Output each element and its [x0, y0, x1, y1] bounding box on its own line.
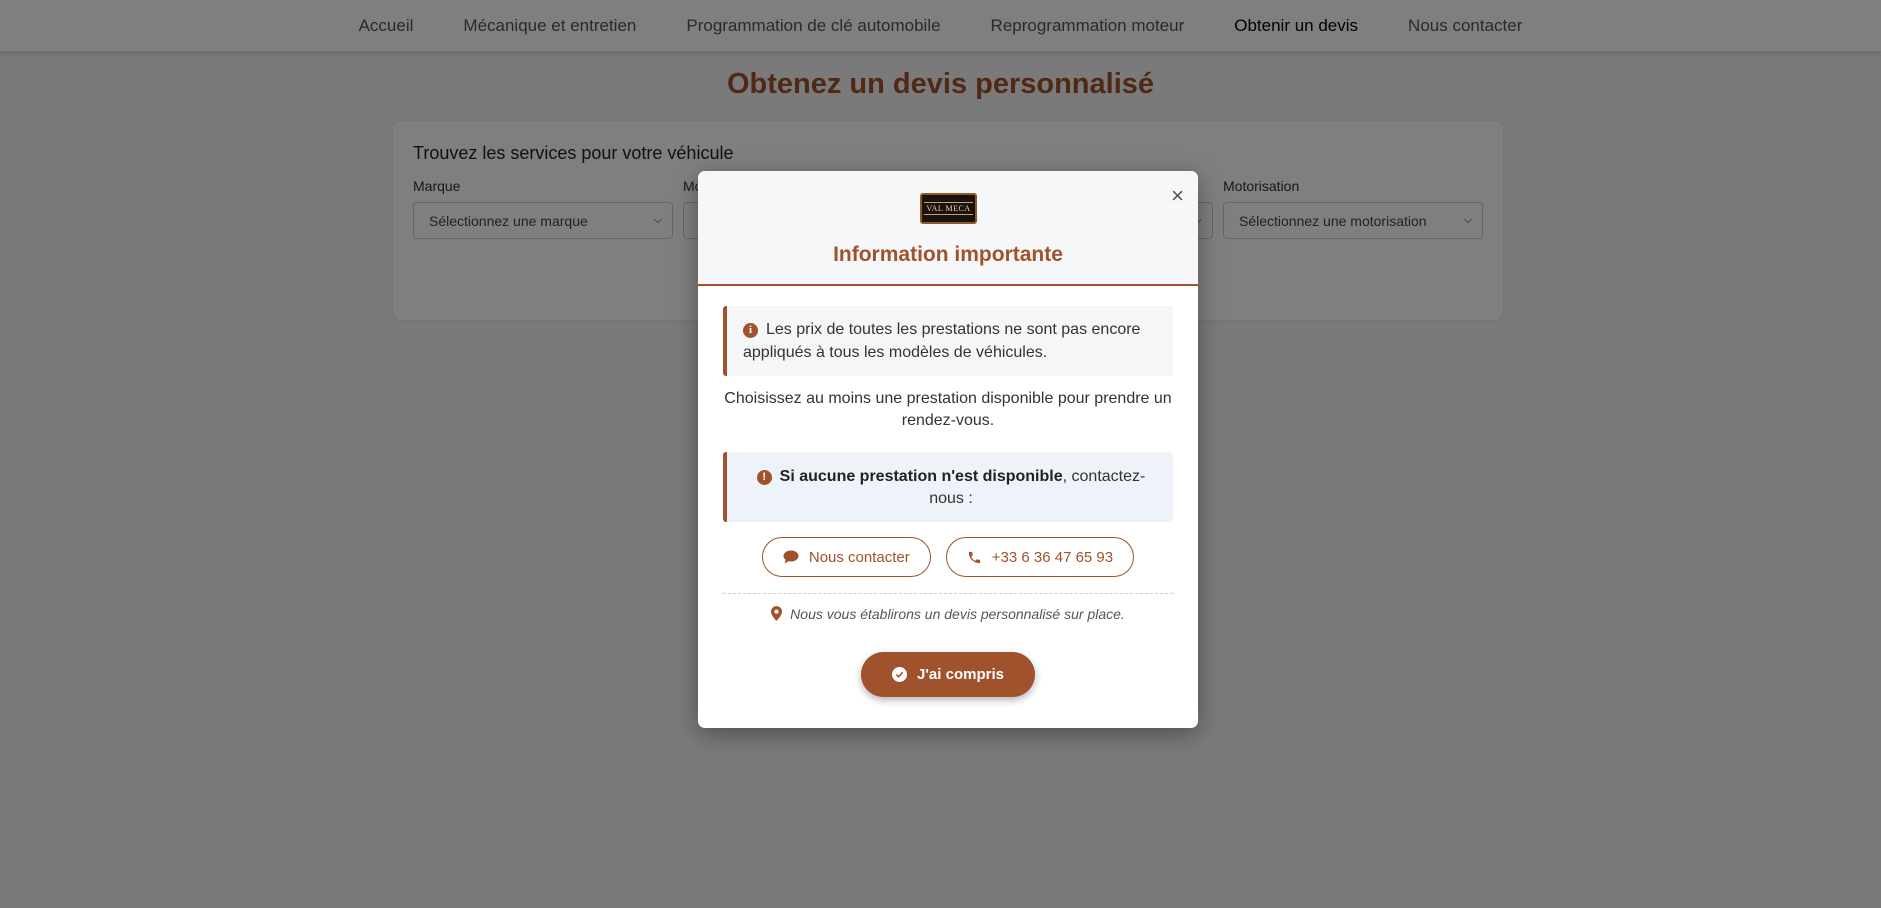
check-circle-icon — [892, 667, 908, 682]
dashed-divider — [723, 593, 1173, 594]
map-marker-icon — [771, 606, 783, 621]
phone-icon — [968, 551, 980, 563]
contact-button[interactable]: Nous contacter — [761, 537, 931, 577]
phone-button-label: +33 6 36 47 65 93 — [991, 548, 1114, 566]
contact-button-label: Nous contacter — [808, 548, 910, 566]
val-meca-logo: VAL MECA — [920, 193, 977, 224]
modal-body: i Les prix de toutes les prestations ne s… — [698, 286, 1198, 697]
understood-button[interactable]: J'ai compris — [861, 652, 1035, 697]
info-circle-icon: i — [743, 323, 758, 338]
logo-text: VAL MECA — [924, 202, 973, 215]
close-button[interactable]: × — [1171, 185, 1184, 207]
exclamation-circle-icon: ! — [756, 470, 772, 485]
choose-service-text: Choisissez au moins une prestation dispo… — [724, 390, 1172, 429]
phone-button[interactable]: +33 6 36 47 65 93 — [945, 537, 1135, 577]
onsite-quote-text: Nous vous établirons un devis personnali… — [790, 606, 1125, 622]
comment-icon — [783, 550, 799, 564]
contact-buttons: Nous contacter +33 6 36 47 65 93 — [723, 537, 1173, 577]
info-modal: VAL MECA × Information importante i Les p… — [698, 171, 1198, 728]
modal-header: VAL MECA × Information importante — [698, 171, 1198, 286]
price-warning-alert: i Les prix de toutes les prestations ne s… — [723, 306, 1173, 376]
no-service-alert: ! Si aucune prestation n'est disponible, … — [723, 452, 1173, 522]
onsite-quote-note: Nous vous établirons un devis personnali… — [723, 606, 1173, 622]
confirm-wrap: J'ai compris — [723, 652, 1173, 697]
understood-button-label: J'ai compris — [917, 666, 1004, 683]
price-warning-text: Les prix de toutes les prestations ne so… — [743, 321, 1141, 361]
modal-title: Information importante — [833, 243, 1063, 266]
no-service-bold: Si aucune prestation n'est disponible — [779, 468, 1063, 485]
